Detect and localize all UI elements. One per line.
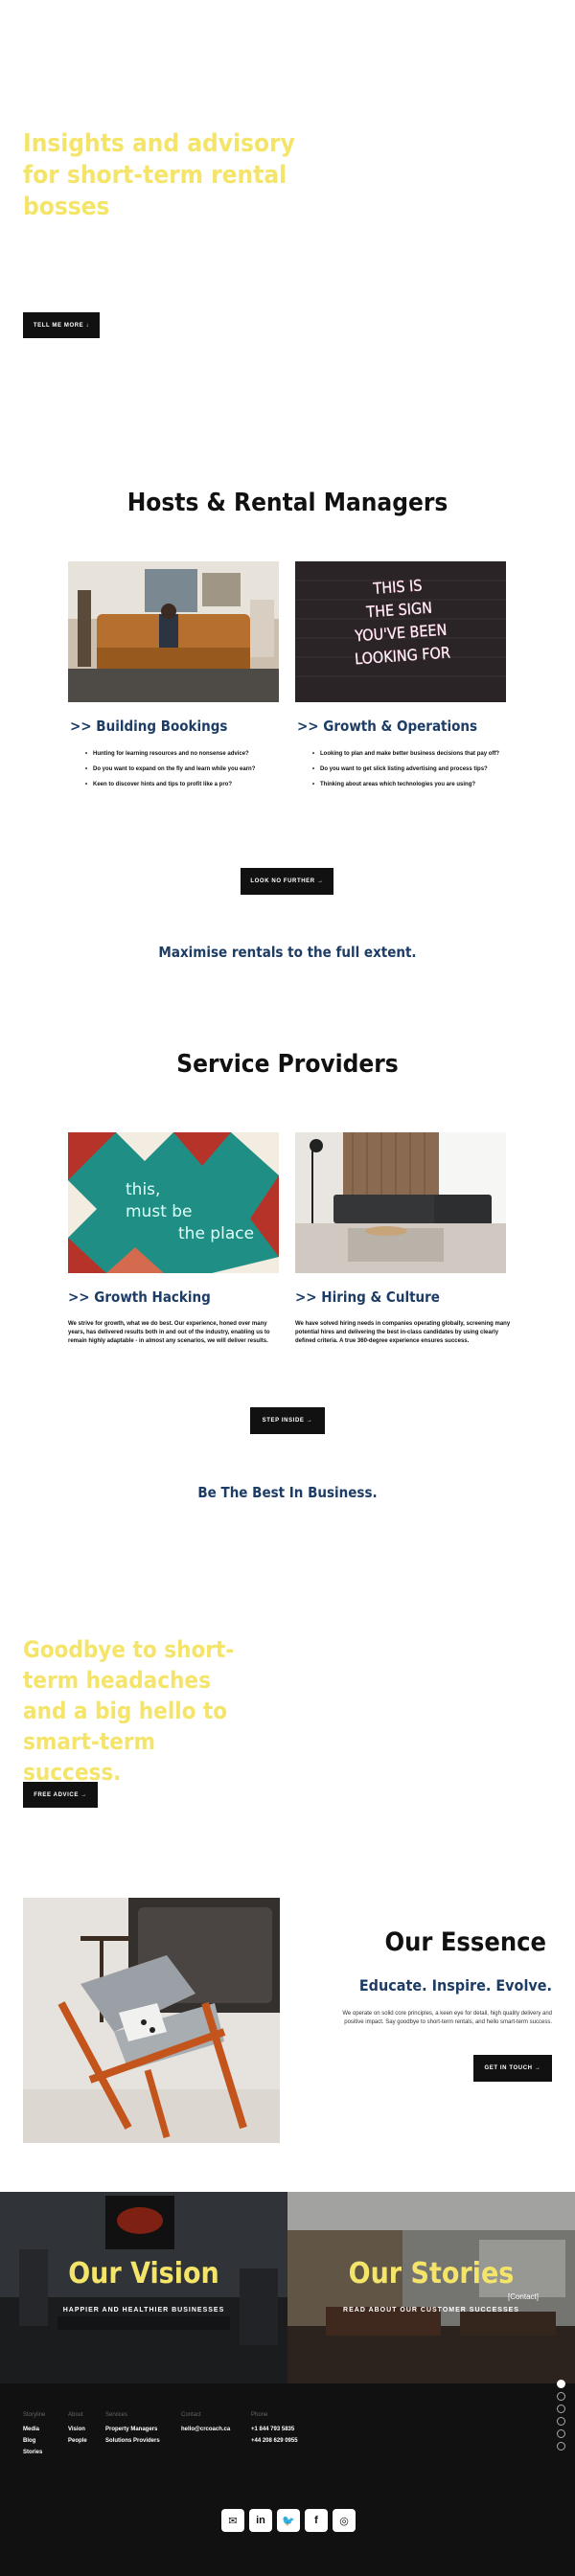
contact-link[interactable]: [Contact] (508, 2292, 539, 2301)
providers-tagline: Be The Best In Business. (197, 1484, 378, 1501)
footer-link-solutions-providers[interactable]: Solutions Providers (105, 2438, 160, 2450)
section-dot[interactable] (557, 2405, 565, 2413)
footer-phone-link[interactable]: +1 844 793 5835 (251, 2427, 298, 2438)
building-bookings-list: Hunting for learning resources and no no… (85, 750, 287, 796)
footer-link-vision[interactable]: Vision (68, 2427, 87, 2438)
list-item: Do you want to expand on the fly and lea… (85, 765, 287, 781)
footer-link-media[interactable]: Media (23, 2427, 45, 2438)
instagram-icon[interactable]: ◎ (333, 2509, 356, 2532)
footer: Storyline Media Blog Stories About Visio… (0, 2383, 575, 2576)
footer-heading: Storyline (23, 2412, 46, 2418)
stories-subtitle: READ ABOUT OUR CUSTOMER SUCCESSES (343, 2307, 519, 2314)
growth-operations-title: >> Growth & Operations (297, 718, 478, 735)
neon-sign-photo: THIS IS THE SIGN YOU'VE BEEN LOOKING FOR (295, 561, 506, 702)
stories-banner[interactable]: Our Stories READ ABOUT OUR CUSTOMER SUCC… (288, 2192, 575, 2383)
free-advice-button[interactable]: FREE ADVICE → (23, 1782, 98, 1808)
hero-title: Insights and advisory for short-term ren… (23, 129, 295, 221)
footer-heading: About (68, 2412, 83, 2418)
list-item: Keen to discover hints and tips to profi… (85, 781, 287, 796)
list-item: Looking to plan and make better business… (312, 750, 533, 765)
footer-email-link[interactable]: hello@crcoach.ca (181, 2427, 230, 2438)
chair-photo (23, 1898, 280, 2143)
neon-place-photo: this, must be the place (68, 1132, 279, 1273)
footer-column-storyline: Storyline Media Blog Stories (23, 2412, 45, 2461)
step-inside-button[interactable]: STEP INSIDE → (250, 1407, 325, 1434)
twitter-icon[interactable]: 🐦 (277, 2509, 300, 2532)
section-dot-nav (557, 2380, 565, 2454)
mail-icon[interactable]: ✉ (221, 2509, 244, 2532)
footer-column-services: Services Property Managers Solutions Pro… (105, 2412, 160, 2450)
essence-title: Our Essence (384, 1927, 546, 1957)
footer-phone-link[interactable]: +44 208 629 0955 (251, 2438, 298, 2450)
list-item: Hunting for learning resources and no no… (85, 750, 287, 765)
social-links: ✉ in 🐦 f ◎ (221, 2509, 356, 2532)
footer-heading: Services (105, 2412, 128, 2418)
footer-link-stories[interactable]: Stories (23, 2450, 45, 2461)
building-bookings-title: >> Building Bookings (70, 718, 228, 735)
vision-banner[interactable]: Our Vision HAPPIER AND HEALTHIER BUSINES… (0, 2192, 288, 2383)
footer-column-contact: Contact hello@crcoach.ca (181, 2412, 230, 2438)
hiring-culture-title: >> Hiring & Culture (295, 1288, 440, 1306)
section-dot[interactable] (557, 2380, 565, 2388)
svg-text:THIS IS: THIS IS (372, 576, 423, 598)
section-dot[interactable] (557, 2417, 565, 2426)
living-room-photo (68, 561, 279, 702)
section-dot[interactable] (557, 2392, 565, 2401)
growth-hacking-title: >> Growth Hacking (68, 1288, 211, 1306)
lounge-photo (295, 1132, 506, 1273)
vision-subtitle: HAPPIER AND HEALTHIER BUSINESSES (62, 2307, 225, 2314)
svg-text:this,: this, (126, 1180, 160, 1199)
hosts-tagline: Maximise rentals to the full extent. (158, 944, 417, 961)
essence-subtitle: Educate. Inspire. Evolve. (358, 1976, 552, 1995)
footer-column-about: About Vision People (68, 2412, 87, 2450)
footer-link-property-managers[interactable]: Property Managers (105, 2427, 160, 2438)
growth-operations-list: Looking to plan and make better business… (312, 750, 533, 796)
footer-column-phone: Phone +1 844 793 5835 +44 208 629 0955 (251, 2412, 298, 2450)
footer-heading: Contact (181, 2412, 201, 2418)
footer-link-blog[interactable]: Blog (23, 2438, 45, 2450)
growth-hacking-text: We strive for growth, what we do best. O… (68, 1321, 270, 1344)
svg-text:must be: must be (126, 1202, 193, 1221)
providers-heading: Service Providers (176, 1050, 399, 1079)
list-item: Thinking about areas which technologies … (312, 781, 533, 796)
footer-link-people[interactable]: People (68, 2438, 87, 2450)
tell-me-more-button[interactable]: TELL ME MORE ↓ (23, 312, 100, 338)
look-no-further-button[interactable]: LOOK NO FURTHER → (241, 868, 334, 895)
facebook-icon[interactable]: f (305, 2509, 328, 2532)
get-in-touch-button[interactable]: GET IN TOUCH → (473, 2055, 552, 2082)
section-dot[interactable] (557, 2429, 565, 2438)
list-item: Do you want to get slick listing adverti… (312, 765, 533, 781)
hosts-heading: Hosts & Rental Managers (126, 489, 448, 517)
vision-title: Our Vision (68, 2257, 219, 2291)
stories-title: Our Stories (348, 2257, 515, 2291)
hiring-culture-text: We have solved hiring needs in companies… (295, 1321, 511, 1344)
promo-title: Goodbye to short-term headaches and a bi… (23, 1636, 235, 1786)
linkedin-icon[interactable]: in (249, 2509, 272, 2532)
essence-text: We operate on solid core principles, a k… (342, 2011, 552, 2025)
footer-heading: Phone (251, 2412, 268, 2418)
section-dot[interactable] (557, 2442, 565, 2451)
svg-text:the place: the place (178, 1224, 254, 1243)
